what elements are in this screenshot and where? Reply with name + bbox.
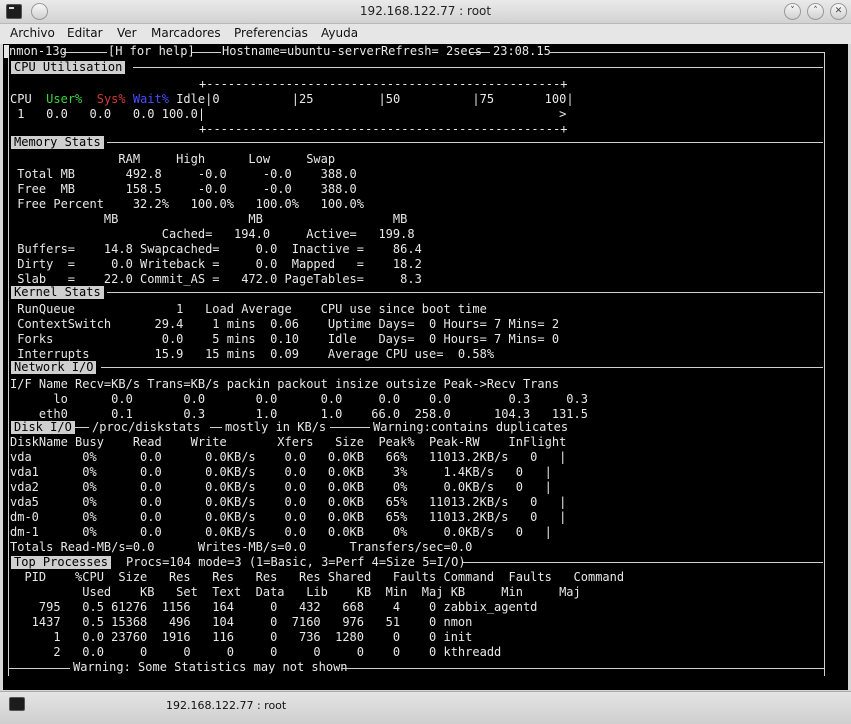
cpu-col-idle-scale: Idle|0 |25 |50 |75 100| [168,92,574,106]
minimize-button[interactable]: ˅ [784,3,801,20]
frame-bottom-rule [341,668,825,669]
close-button[interactable]: ✕ [830,3,847,20]
disk-line: vda1 0% 0.0 0.0KB/s 0.0 0.0KB 3% 1.4KB/s… [10,465,552,479]
menu-preferencias[interactable]: Preferencias [234,26,308,40]
menu-marcadores[interactable]: Marcadores [151,26,221,40]
disk-warning-note: Warning:contains duplicates [373,420,569,434]
kernel-line: RunQueue 1 Load Average CPU use since bo… [10,302,487,316]
cpu-col-wait: Wait% [132,92,169,106]
nmon-title: nmon-13g [9,44,67,58]
process-row: 795 0.5 61276 1156 164 0 432 668 4 0 zab… [10,600,538,614]
frame-rule [191,52,221,53]
cpu-section-label: CPU Utilisation [11,61,126,74]
menu-bar: Archivo Editar Ver Marcadores Preferenci… [0,24,851,44]
cpu-header-row: CPU User% Sys% Wait% Idle|0 |25 |50 |75 … [10,92,574,107]
network-line: lo 0.0 0.0 0.0 0.0 0.0 0.0 0.3 0.3 [10,392,588,406]
maximize-button[interactable]: ˄ [807,3,824,20]
section-rule [463,562,823,563]
disk-source-note: /proc/diskstats [92,420,201,434]
disk-units-note: mostly in KB/s [225,420,327,434]
memory-line: Dirty = 0.0 Writeback = 0.0 Mapped = 18.… [10,257,422,271]
taskbar-window-label[interactable]: 192.168.122.77 : root [166,699,286,712]
cpu-col-user: User% [46,92,83,106]
disk-line: vda2 0% 0.0 0.0KB/s 0.0 0.0KB 0% 0.0KB/s… [10,480,552,494]
terminal-screen[interactable]: nmon-13g [H for help] Hostname=ubuntu-se… [3,44,848,690]
statistics-warning: Warning: Some Statistics may not shown [73,660,348,674]
section-rule [107,292,823,293]
section-rule [107,142,823,143]
process-row: 1 0.0 23760 1916 116 0 736 1280 0 0 init [10,630,473,644]
process-row: 2 0.0 0 0 0 0 0 0 0 0 kthreadd [10,645,502,659]
process-row: 1437 0.5 15368 496 104 0 7160 976 51 0 n… [10,615,473,629]
cpu-row: 1 0.0 0.0 0.0 100.0| > [10,107,567,121]
cpu-col-cpu: CPU [10,92,32,106]
window-titlebar: 192.168.122.77 : root ˅ ˄ ✕ [0,0,851,24]
taskbar: 192.168.122.77 : root [0,691,851,724]
memory-line: Cached= 194.0 Active= 199.8 [10,227,415,241]
process-header: Used KB Set Text Data Lib KB Min Maj KB … [10,585,581,599]
memory-section-label: Memory Stats [11,136,104,149]
kernel-section-label: Kernel Stats [11,286,104,299]
kernel-line: Forks 0.0 5 mins 0.10 Idle Days= 0 Hours… [10,332,560,346]
network-line: I/F Name Recv=KB/s Trans=KB/s packin pac… [10,377,560,391]
section-rule [101,367,823,368]
menu-editar[interactable]: Editar [67,26,103,40]
frame-rule [550,52,825,53]
frame-right-border [824,52,825,676]
nmon-hostname: Hostname=ubuntu-serverRefresh= 2secs [222,44,483,58]
frame-rule [63,52,107,53]
memory-line: RAM High Low Swap [10,152,336,166]
section-rule [75,427,89,428]
kernel-line: ContextSwitch 29.4 1 mins 0.06 Uptime Da… [10,317,560,331]
frame-bottom-rule [8,668,70,669]
frame-left-border [8,58,9,676]
network-section-label: Network I/O [11,361,97,374]
memory-line: Free Percent 32.2% 100.0% 100.0% 100.0% [10,197,365,211]
disk-line: dm-0 0% 0.0 0.0KB/s 0.0 0.0KB 65% 11013.… [10,510,567,524]
cpu-scale-bottom: +---------------------------------------… [199,122,568,136]
disk-section-label: Disk I/O [11,421,75,434]
nmon-help-hint: [H for help] [108,44,195,58]
window-title: 192.168.122.77 : root [359,4,492,18]
disk-line: vda5 0% 0.0 0.0KB/s 0.0 0.0KB 65% 11013.… [10,495,567,509]
process-header: PID %CPU Size Res Res Res Res Shared Fau… [10,570,625,584]
processes-section-label: Top Processes [11,556,111,569]
memory-line: Total MB 492.8 -0.0 -0.0 388.0 [10,167,357,181]
menu-ayuda[interactable]: Ayuda [321,26,358,40]
nmon-clock: 23:08.15 [493,44,551,58]
disk-totals: Totals Read-MB/s=0.0 Writes-MB/s=0.0 Tra… [10,540,473,554]
cpu-col-sys: Sys% [96,92,126,106]
section-rule [210,427,222,428]
menu-archivo[interactable]: Archivo [10,26,55,40]
memory-line: Free MB 158.5 -0.0 -0.0 388.0 [10,182,357,196]
processes-mode-note: Procs=104 mode=3 (1=Basic, 3=Perf 4=Size… [126,555,466,569]
terminal-task-icon[interactable] [9,697,25,711]
disk-line: vda 0% 0.0 0.0KB/s 0.0 0.0KB 66% 11013.2… [10,450,567,464]
menu-ver[interactable]: Ver [117,26,137,40]
memory-line: MB MB MB [10,212,408,226]
section-rule [330,427,370,428]
cpu-scale-top: +---------------------------------------… [199,77,568,91]
disk-line: dm-1 0% 0.0 0.0KB/s 0.0 0.0KB 0% 0.0KB/s… [10,525,552,539]
memory-line: Buffers= 14.8 Swapcached= 0.0 Inactive =… [10,242,422,256]
disk-line: DiskName Busy Read Write Xfers Size Peak… [10,435,567,449]
section-rule [133,67,823,68]
